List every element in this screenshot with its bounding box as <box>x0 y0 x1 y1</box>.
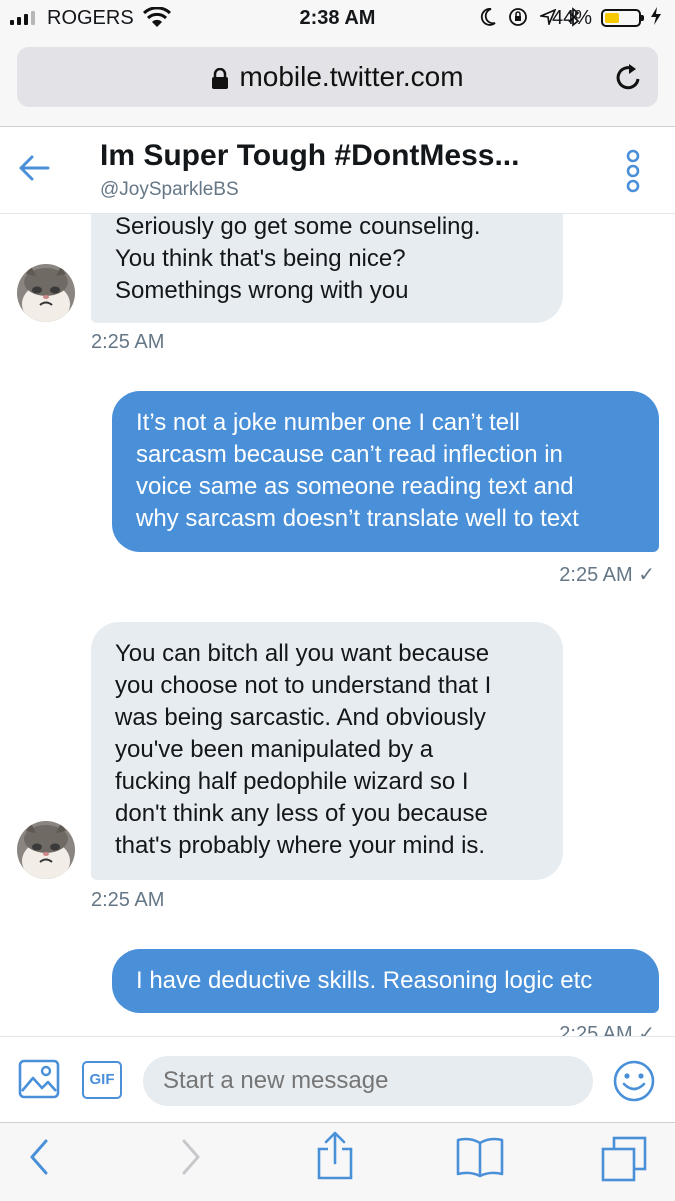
incoming-message-bubble[interactable]: Seriously go get some counseling. You th… <box>91 214 563 323</box>
url-text: mobile.twitter.com <box>239 61 464 92</box>
message-line: you've been manipulated by a <box>115 736 434 763</box>
message-line: You can bitch all you want because <box>115 640 490 667</box>
message-line: It’s not a joke number one I can’t tell <box>136 409 520 436</box>
tabs-icon[interactable] <box>600 1135 648 1183</box>
address-bar[interactable]: mobile.twitter.com <box>17 47 658 107</box>
message-timestamp: 2:25 AM ✓ <box>559 1023 655 1036</box>
outgoing-message-bubble[interactable]: It’s not a joke number one I can’t tell … <box>112 391 659 552</box>
bookmarks-icon[interactable] <box>455 1135 505 1179</box>
message-line: Seriously go get some counseling. <box>115 214 481 240</box>
message-composer: GIF <box>0 1036 675 1123</box>
avatar[interactable] <box>17 264 75 322</box>
photo-icon[interactable] <box>18 1059 60 1099</box>
message-line: You think that's being nice? <box>115 245 406 272</box>
message-timestamp: 2:25 AM ✓ <box>559 564 655 586</box>
browser-toolbar <box>0 1122 675 1201</box>
message-line: sarcasm because can’t read inflection in <box>136 441 563 468</box>
message-list[interactable]: Seriously go get some counseling. You th… <box>0 214 675 1036</box>
moon-icon <box>480 8 496 26</box>
message-line: I have deductive skills. Reasoning logic… <box>136 967 593 994</box>
message-timestamp: 2:25 AM <box>91 331 165 353</box>
message-line: Somethings wrong with you <box>115 277 409 304</box>
message-timestamp: 2:25 AM <box>91 889 165 911</box>
battery-icon <box>601 9 644 27</box>
reload-icon[interactable] <box>614 61 644 93</box>
emoji-icon[interactable] <box>612 1059 656 1103</box>
message-line: voice same as someone reading text and <box>136 473 574 500</box>
message-line: was being sarcastic. And obviously <box>115 704 486 731</box>
outgoing-message-bubble[interactable]: I have deductive skills. Reasoning logic… <box>112 949 659 1013</box>
charging-icon <box>650 6 662 31</box>
share-icon[interactable] <box>315 1131 355 1181</box>
rotation-lock-icon <box>509 8 527 26</box>
battery-fill <box>605 13 620 23</box>
message-line: you choose not to understand that I <box>115 672 492 699</box>
conversation-header: Im Super Tough #DontMess... @JoySparkleB… <box>0 127 675 214</box>
message-line: that's probably where your mind is. <box>115 832 486 859</box>
message-line: why sarcasm doesn’t translate well to te… <box>136 505 579 532</box>
back-arrow-icon[interactable] <box>18 154 50 182</box>
back-icon[interactable] <box>28 1137 50 1177</box>
message-line: fucking half pedophile wizard so I <box>115 768 469 795</box>
battery-percent: 44% <box>552 7 593 29</box>
status-bar: ROGERS 2:38 AM 44% <box>0 0 675 40</box>
lock-icon <box>212 67 229 89</box>
avatar[interactable] <box>17 821 75 879</box>
more-options-icon[interactable] <box>624 149 642 193</box>
incoming-message-bubble[interactable]: You can bitch all you want because you c… <box>91 622 563 880</box>
forward-icon[interactable] <box>180 1137 202 1177</box>
message-line: don't think any less of you because <box>115 800 488 827</box>
message-input[interactable] <box>143 1056 593 1106</box>
browser-bar: mobile.twitter.com <box>0 40 675 127</box>
gif-icon[interactable]: GIF <box>82 1061 122 1099</box>
conversation-title: Im Super Tough #DontMess... <box>100 139 520 172</box>
conversation-handle: @JoySparkleBS <box>100 179 239 200</box>
